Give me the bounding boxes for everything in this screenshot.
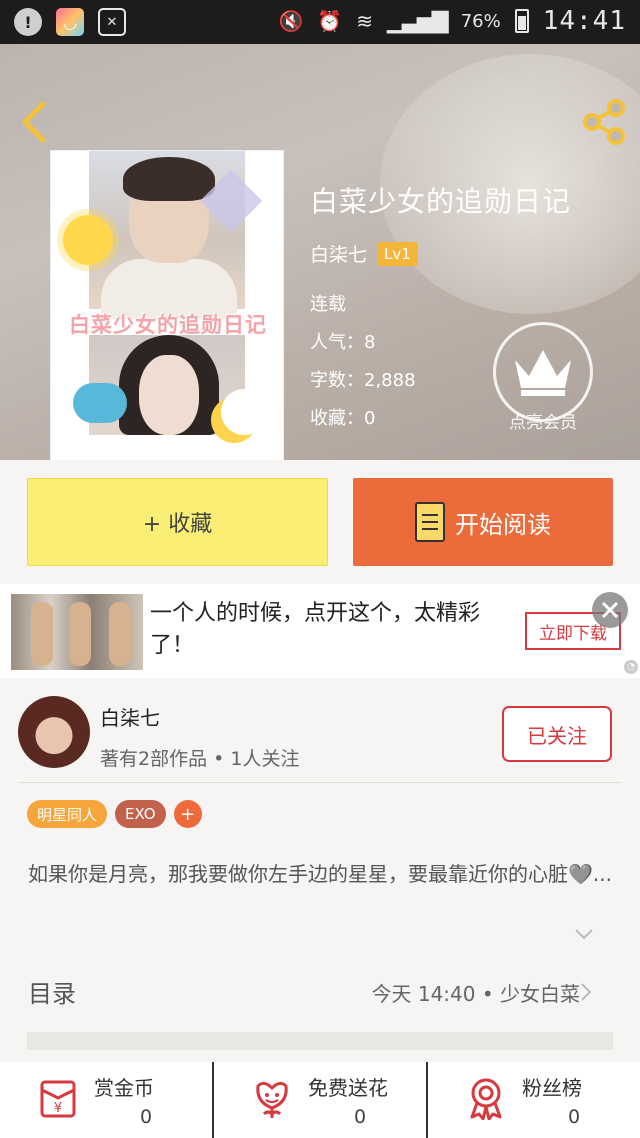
send-flower-button[interactable]: 免费送花 0: [212, 1062, 426, 1138]
author-name[interactable]: 白柒七: [100, 702, 160, 731]
book-cover[interactable]: 白菜少女的追勋日记: [50, 150, 284, 460]
share-button[interactable]: [578, 96, 630, 148]
fan-ranking-button[interactable]: 粉丝榜 0: [426, 1062, 640, 1138]
back-button[interactable]: [14, 100, 54, 144]
vip-label: 点亮会员: [509, 413, 577, 433]
add-tag-button[interactable]: +: [173, 800, 202, 828]
avatar[interactable]: [18, 696, 90, 768]
section-separator: [27, 1032, 613, 1050]
level-badge: Lv1: [377, 241, 418, 266]
battery-icon: [514, 9, 529, 33]
reward-coins-count: 0: [140, 1106, 153, 1128]
hero-author-row: 白柒七 Lv1: [310, 240, 418, 267]
favorites-stat: 收藏：0: [310, 408, 376, 429]
send-flower-label: 免费送花: [308, 1076, 388, 1100]
alarm-icon: ⏰: [317, 9, 343, 33]
follow-button[interactable]: 已关注: [502, 706, 612, 762]
word-count-stat: 字数：2,888: [310, 370, 416, 391]
book-icon: [415, 502, 445, 542]
start-reading-label: 开始阅读: [455, 510, 551, 539]
tag-list: 明星同人 EXO +: [27, 800, 202, 828]
cloud-sticker-icon: [73, 383, 127, 423]
tag-star-fanfic[interactable]: 明星同人: [27, 800, 108, 828]
hero-author-name[interactable]: 白柒七: [310, 240, 367, 267]
send-flower-count: 0: [354, 1106, 367, 1128]
alert-app-icon: !: [14, 8, 42, 36]
status-bar: ! ◡ ✕ 🔇 ⏰ ≋ ▁▃▅▇ 76% 14:41: [0, 0, 640, 44]
system-icons: 🔇 ⏰ ≋ ▁▃▅▇ 76% 14:41: [278, 6, 626, 36]
shopping-app-icon: ◡: [56, 8, 84, 36]
ad-info-icon[interactable]: ◔: [624, 660, 638, 674]
notification-icons: ! ◡ ✕: [14, 8, 126, 36]
chevron-right-icon: [581, 983, 592, 1001]
divider: [18, 782, 622, 783]
battery-percent: 76%: [460, 10, 501, 32]
fan-ranking-label: 粉丝榜: [522, 1076, 582, 1100]
vip-button[interactable]: [493, 322, 593, 422]
chevron-down-icon[interactable]: [574, 924, 594, 944]
data-off-icon: ✕: [98, 8, 126, 36]
wifi-icon: ≋: [356, 9, 374, 33]
crown-icon: [515, 350, 571, 396]
share-icon: [583, 99, 625, 145]
ribbon-badge-icon: [470, 1078, 502, 1120]
tag-exo[interactable]: EXO: [115, 800, 166, 828]
collect-button[interactable]: + 收藏: [27, 478, 328, 566]
toc-label: 目录: [28, 980, 76, 1008]
book-description[interactable]: 如果你是月亮，那我要做你左手边的星星，要最靠近你的心脏🩶...: [28, 858, 618, 890]
author-stats: 著有2部作品 • 1人关注: [100, 748, 300, 770]
svg-text:¥: ¥: [54, 1101, 62, 1116]
reward-coins-label: 赏金币: [94, 1076, 154, 1100]
reward-coins-button[interactable]: ¥ 赏金币 0: [0, 1062, 212, 1138]
flower-icon: [256, 1081, 288, 1118]
ad-banner[interactable]: 一个人的时候，点开这个，太精彩了！ 立即下载: [0, 584, 640, 678]
chevron-left-icon: [22, 101, 46, 143]
clock: 14:41: [542, 6, 626, 36]
toc-row[interactable]: 目录 今天 14:40 • 少女白菜: [0, 950, 640, 1032]
cover-title: 白菜少女的追勋日记: [69, 313, 267, 337]
moon-sticker-icon: [211, 389, 267, 443]
book-header: 白菜少女的追勋日记 白菜少女的追勋日记 白柒七 Lv1 连载 人气：8 字数：2…: [0, 44, 640, 460]
start-reading-button[interactable]: 开始阅读: [353, 478, 613, 566]
ad-image: [11, 594, 143, 670]
ad-close-button[interactable]: [592, 592, 628, 628]
ad-text: 一个人的时候，点开这个，太精彩了！: [150, 601, 481, 658]
serial-status: 连载: [310, 294, 346, 315]
signal-icon: ▁▃▅▇: [387, 8, 449, 34]
latest-chapter: 今天 14:40 • 少女白菜: [371, 982, 580, 1006]
bottom-bar: ¥ 赏金币 0 免费送花 0 粉丝榜 0: [0, 1062, 640, 1138]
action-buttons: + 收藏 开始阅读: [0, 460, 640, 584]
popularity-stat: 人气：8: [310, 332, 376, 353]
book-title: 白菜少女的追勋日记: [310, 185, 572, 218]
sun-sticker-icon: [63, 215, 113, 265]
cover-photo-top: [89, 151, 245, 319]
close-icon: [601, 601, 619, 619]
coin-envelope-icon: ¥: [40, 1080, 76, 1118]
mute-icon: 🔇: [278, 9, 304, 33]
fan-ranking-count: 0: [568, 1106, 581, 1128]
